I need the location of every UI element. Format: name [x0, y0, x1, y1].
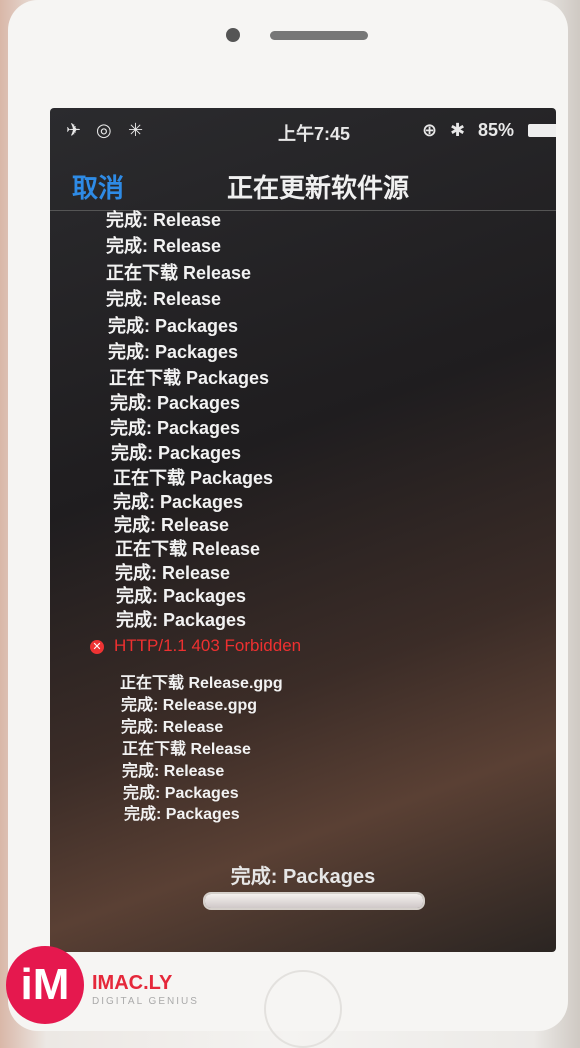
log-line-text: 正在下载 Release.gpg — [120, 675, 283, 692]
watermark-logo: iM — [6, 946, 84, 1024]
log-list: 完成: Release 完成: Release 正在下载 Release 完成: Re… — [50, 108, 556, 952]
log-line-text: 完成: Packages — [111, 443, 242, 463]
screen: ✈ ◎ ✳ 上午7:45 ⊕ ✱ 85% 取消 正在更新软件源 完成: Rele… — [50, 108, 556, 952]
log-line: 完成: Release — [121, 713, 223, 737]
log-line-text: 完成: Release — [115, 563, 231, 583]
progress-message: 完成: Packages — [230, 866, 376, 888]
log-line-text: 正在下载 Release — [122, 741, 251, 758]
log-line: 正在下载 Packages — [113, 464, 273, 490]
log-line: 正在下载 Release.gpg — [120, 669, 283, 693]
log-line-text: 完成: Packages — [108, 316, 239, 336]
log-line-text: 完成: Packages — [124, 806, 240, 823]
progress-bar — [203, 892, 425, 910]
log-line-text: 完成: Release — [122, 763, 225, 780]
log-line-text: 正在下载 Release — [106, 263, 252, 283]
log-line-text: 完成: Packages — [116, 586, 247, 606]
log-line: 完成: Release — [106, 285, 221, 311]
log-line: 完成: Packages — [116, 582, 246, 608]
log-line-text: 完成: Packages — [108, 342, 239, 362]
log-line-text: 正在下载 Release — [115, 539, 261, 559]
log-line-text: 正在下载 Packages — [113, 468, 274, 488]
log-line-text: 完成: Release — [106, 289, 222, 309]
log-line-text: 完成: Release — [106, 210, 222, 230]
log-line: 完成: Release — [106, 206, 221, 232]
log-error-line: ✕ HTTP/1.1 403 Forbidden — [90, 636, 301, 656]
log-line-text: 完成: Release.gpg — [121, 697, 258, 714]
front-camera — [226, 28, 240, 42]
log-line: 完成: Packages — [110, 389, 240, 415]
log-line: 完成: Packages — [110, 414, 240, 440]
watermark-brand: IMAC.LY — [92, 972, 173, 994]
log-line: 正在下载 Release — [122, 735, 251, 759]
log-line-text: 完成: Packages — [110, 418, 241, 438]
home-button[interactable] — [264, 970, 342, 1048]
log-line: 完成: Release.gpg — [121, 691, 257, 715]
phone-frame: ✈ ◎ ✳ 上午7:45 ⊕ ✱ 85% 取消 正在更新软件源 完成: Rele… — [8, 0, 568, 1048]
log-line-text: 正在下载 Packages — [109, 368, 270, 388]
log-line: 完成: Release — [114, 511, 229, 537]
log-line-text: 完成: Packages — [116, 610, 247, 630]
log-line-text: HTTP/1.1 403 Forbidden — [114, 636, 302, 655]
log-line: 完成: Release — [106, 232, 221, 258]
log-line-text: 完成: Packages — [110, 393, 241, 413]
log-line: 正在下载 Release — [106, 259, 251, 285]
progress-fill — [205, 894, 423, 908]
log-line: 正在下载 Release — [115, 535, 260, 561]
log-line-text: 完成: Release — [106, 236, 222, 256]
log-line-text: 完成: Packages — [113, 492, 244, 512]
log-line: 完成: Packages — [108, 338, 238, 364]
log-line: 完成: Packages — [111, 439, 241, 465]
log-line-text: 完成: Release — [121, 719, 224, 736]
log-line: 完成: Packages — [108, 312, 238, 338]
log-line-text: 完成: Release — [114, 515, 230, 535]
log-line: 完成: Packages — [124, 800, 240, 824]
log-line: 完成: Release — [122, 757, 224, 781]
log-line: 完成: Packages — [116, 606, 246, 632]
error-icon: ✕ — [90, 640, 104, 654]
watermark-tagline: DIGITAL GENIUS — [92, 996, 199, 1007]
log-line: 正在下载 Packages — [109, 364, 269, 390]
earpiece-speaker — [270, 31, 368, 40]
